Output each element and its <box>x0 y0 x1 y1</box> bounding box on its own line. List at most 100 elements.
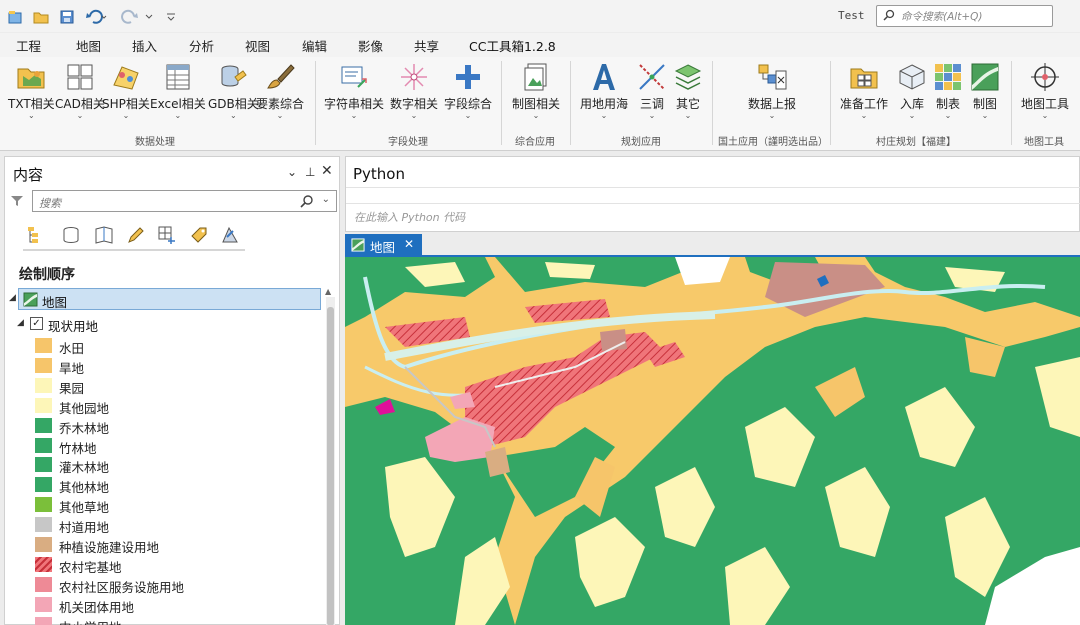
gdb-tools-button[interactable]: GDB相关 ⌄ <box>208 61 259 120</box>
import-button[interactable]: 入库 ⌄ <box>896 61 928 120</box>
pin-icon[interactable]: ⊥ <box>305 165 315 179</box>
new-project-icon[interactable] <box>6 8 24 26</box>
python-input[interactable]: 在此输入 Python 代码 <box>346 203 1080 227</box>
legend-swatch <box>35 477 52 493</box>
layer-visibility-checkbox[interactable]: ✓ <box>30 317 43 330</box>
legend-item[interactable]: 竹林地 <box>35 437 305 456</box>
collapse-arrow-icon[interactable]: ◢ <box>17 318 24 328</box>
legend-swatch <box>35 537 52 552</box>
legend-label: 乔木林地 <box>59 420 110 436</box>
legend-item[interactable]: 旱地 <box>35 357 305 376</box>
legend-item[interactable]: 中小学用地 <box>35 616 305 625</box>
chevron-down-icon: ⌄ <box>908 111 916 120</box>
layer-search-input[interactable]: 搜索 ⌄ <box>32 190 337 212</box>
other-tools-button[interactable]: 其它 ⌄ <box>672 61 704 120</box>
chevron-down-icon: ⌄ <box>600 111 608 120</box>
string-edit-icon <box>341 66 367 88</box>
legend-label: 灌木林地 <box>59 460 110 476</box>
map-icon <box>23 292 38 310</box>
tab-share[interactable]: 共享 <box>414 36 439 55</box>
legend-swatch <box>35 616 52 625</box>
excel-tools-button[interactable]: Excel相关 ⌄ <box>150 61 206 120</box>
tab-analysis[interactable]: 分析 <box>189 36 214 55</box>
tab-edit[interactable]: 编辑 <box>302 36 327 55</box>
field-tools-button[interactable]: 字段综合 ⌄ <box>444 61 492 120</box>
map-icon <box>351 238 365 255</box>
shp-tools-button[interactable]: SHP相关 ⌄ <box>102 61 150 120</box>
chevron-down-icon[interactable]: ⌄ <box>322 194 330 205</box>
mapping-tools-button[interactable]: 制图相关 ⌄ <box>512 61 560 120</box>
landuse-tools-button[interactable]: 用地用海 ⌄ <box>580 61 628 120</box>
legend-item[interactable]: 其他园地 <box>35 397 305 416</box>
legend-item[interactable]: 灌木林地 <box>35 456 305 476</box>
legend-item[interactable]: 果园 <box>35 377 305 396</box>
forest-patch <box>495 257 690 292</box>
customize-qat-icon[interactable] <box>165 8 177 26</box>
legend-swatch <box>35 338 52 353</box>
close-icon[interactable]: ✕ <box>321 163 333 179</box>
map-node[interactable]: ◢ 地图 <box>9 288 321 310</box>
legend-item[interactable]: 其他林地 <box>35 476 305 495</box>
editing-icon[interactable] <box>123 223 149 247</box>
redo-icon[interactable] <box>120 8 144 26</box>
tabulate-button[interactable]: 制表 ⌄ <box>932 61 964 120</box>
legend-swatch <box>35 417 52 433</box>
map-canvas[interactable] <box>345 257 1080 625</box>
string-tools-button[interactable]: 字符串相关 ⌄ <box>324 61 384 120</box>
drawing-order-icon[interactable] <box>23 223 49 247</box>
scrollbar-thumb[interactable] <box>327 307 334 625</box>
selection-icon[interactable] <box>91 223 117 247</box>
txt-tools-button[interactable]: TXT相关 ⌄ <box>8 61 55 120</box>
layer-search-placeholder: 搜索 <box>39 197 61 210</box>
map-layout-icon <box>524 63 547 91</box>
charts-icon[interactable] <box>217 223 243 247</box>
tab-insert[interactable]: 插入 <box>132 36 157 55</box>
redo-dropdown-icon[interactable] <box>144 8 154 26</box>
labeling-icon[interactable] <box>186 223 212 247</box>
legend-item[interactable]: 水田 <box>35 337 305 356</box>
legend-item[interactable]: 农村宅基地 <box>35 556 305 575</box>
chevron-down-icon: ⌄ <box>410 111 418 120</box>
legend-item[interactable]: 种植设施建设用地 <box>35 536 305 555</box>
tab-imagery[interactable]: 影像 <box>358 36 383 55</box>
unused-patch <box>675 257 730 285</box>
draw-map-button[interactable]: 制图 ⌄ <box>969 61 1001 120</box>
legend-item[interactable]: 机关团体用地 <box>35 596 305 615</box>
search-icon[interactable] <box>300 194 314 211</box>
cad-tools-button[interactable]: CAD相关 ⌄ <box>55 61 105 120</box>
tab-map[interactable]: 地图 <box>76 36 101 55</box>
legend-item[interactable]: 农村社区服务设施用地 <box>35 576 305 595</box>
pane-options-icon[interactable]: ⌄ <box>287 165 297 179</box>
close-tab-icon[interactable]: ✕ <box>404 237 414 251</box>
map-view-tab[interactable]: 地图 ✕ <box>345 234 422 256</box>
collapse-arrow-icon[interactable]: ◢ <box>9 293 16 303</box>
prepare-work-button[interactable]: 准备工作 ⌄ <box>840 61 888 120</box>
legend-item[interactable]: 其他草地 <box>35 496 305 515</box>
group-data-processing: 数据处理 <box>135 137 175 148</box>
feature-tools-button[interactable]: 要素综合 ⌄ <box>256 61 304 120</box>
legend-item[interactable]: 村道用地 <box>35 516 305 535</box>
contents-pane: 内容 ⌄ ⊥ ✕ 搜索 ⌄ 绘制顺序 ◢ 地图 ◢ ✓ 现状用地 水田 旱地 果… <box>4 156 340 625</box>
survey-tools-button[interactable]: 三调 ⌄ <box>636 61 668 120</box>
legend-swatch <box>35 497 52 513</box>
map-tools-button[interactable]: 地图工具 ⌄ <box>1021 61 1069 120</box>
search-icon <box>883 9 895 24</box>
command-search-input[interactable]: 命令搜索(Alt+Q) <box>876 5 1053 27</box>
data-source-icon[interactable] <box>58 223 84 247</box>
snapping-icon[interactable] <box>154 223 180 247</box>
filter-icon[interactable] <box>10 194 24 211</box>
project-name: Test <box>838 9 865 22</box>
scroll-up-icon[interactable]: ▲ <box>325 287 331 296</box>
legend-item[interactable]: 乔木林地 <box>35 417 305 436</box>
data-report-button[interactable]: 数据上报 ⌄ <box>748 61 796 120</box>
open-project-icon[interactable] <box>32 8 50 26</box>
python-pane: Python 在此输入 Python 代码 <box>345 156 1080 232</box>
tab-cc-toolbox[interactable]: CC工具箱1.2.8 <box>469 36 556 59</box>
tab-project[interactable]: 工程 <box>16 36 41 55</box>
tab-view[interactable]: 视图 <box>245 36 270 55</box>
save-icon[interactable] <box>58 8 76 26</box>
map-image-icon <box>971 63 999 91</box>
number-tools-button[interactable]: 数字相关 ⌄ <box>390 61 438 120</box>
undo-icon[interactable] <box>84 8 108 26</box>
map-tab-label: 地图 <box>370 240 396 255</box>
